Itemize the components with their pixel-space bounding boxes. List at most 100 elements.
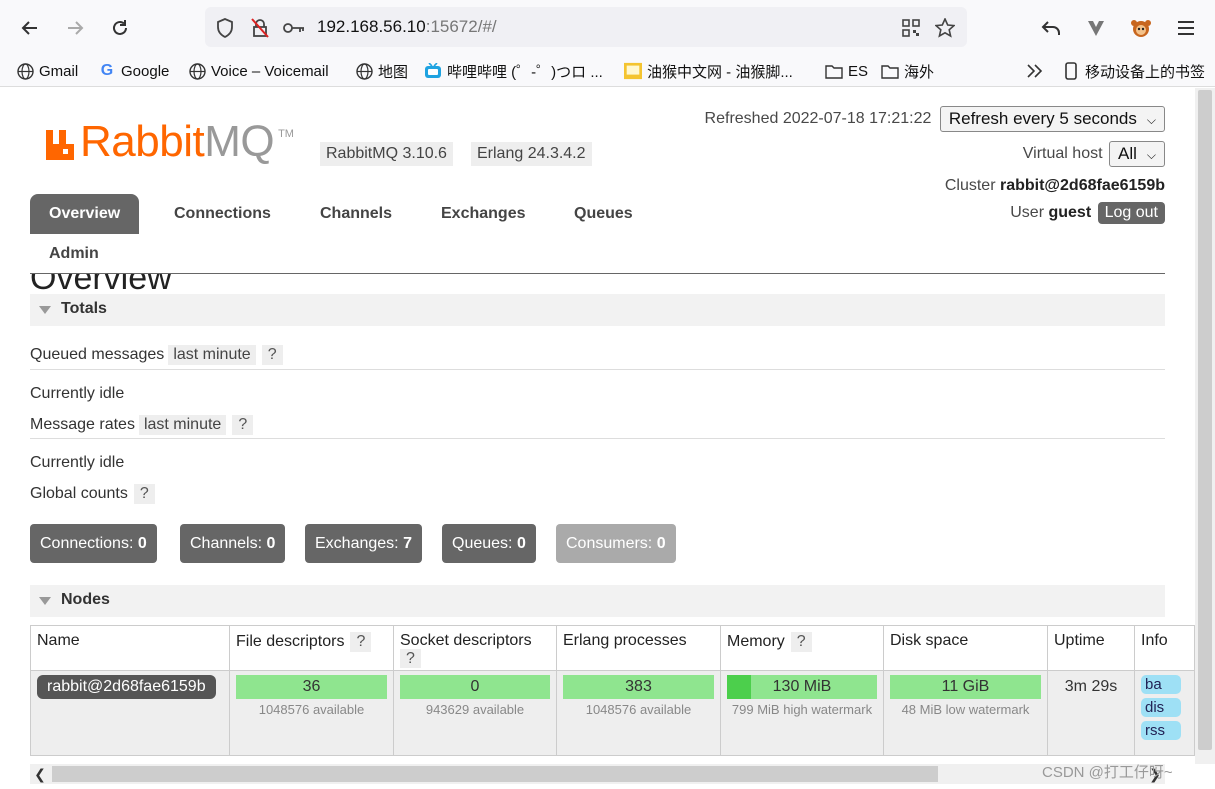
cell-memory: 130 MiB 799 MiB high watermark [720, 670, 884, 756]
bookmark-label: 油猴中文网 - 油猴脚... [647, 63, 793, 81]
forward-arrow-icon[interactable] [57, 10, 93, 46]
scrollbar-thumb[interactable] [1198, 90, 1212, 750]
nodes-table: Name File descriptors? Socket descriptor… [30, 625, 1195, 756]
tab-channels[interactable]: Channels [301, 194, 411, 234]
help-button[interactable]: ? [133, 484, 155, 504]
refreshed-timestamp: Refreshed 2022-07-18 17:21:22 [704, 110, 932, 128]
cluster-row: Cluster rabbit@2d68fae6159b [945, 177, 1165, 195]
bookmark-label: 海外 [904, 63, 935, 81]
bookmark-google[interactable]: G Google [98, 60, 170, 82]
help-button[interactable]: ? [350, 632, 372, 652]
help-button[interactable]: ? [790, 632, 812, 652]
menu-hamburger-icon[interactable] [1168, 10, 1204, 46]
bookmark-bilibili[interactable]: 哔哩哔哩 (゜-゜)つロ ... [424, 60, 603, 82]
tab-queues[interactable]: Queues [555, 194, 652, 234]
logo-text-rabbit: Rabbit [80, 117, 205, 166]
vivaldi-v-icon[interactable] [1078, 10, 1114, 46]
bookmark-folder-es[interactable]: ES [825, 60, 868, 82]
divider [30, 369, 1165, 370]
memory-bar: 130 MiB [727, 675, 877, 699]
bookmark-label: 哔哩哔哩 (゜-゜)つロ ... [447, 63, 603, 81]
channels-counter[interactable]: Channels: 0 [180, 524, 286, 563]
scroll-left-arrow-icon[interactable]: ❮ [30, 764, 50, 784]
disk-bar: 11 GiB [890, 675, 1041, 699]
tab-admin[interactable]: Admin [30, 234, 118, 274]
bookmark-label: Gmail [39, 62, 79, 80]
undo-icon[interactable] [1033, 10, 1069, 46]
mobile-device-icon [1062, 62, 1080, 80]
node-name-link[interactable]: rabbit@2d68fae6159b [37, 675, 216, 699]
tab-overview[interactable]: Overview [30, 194, 140, 234]
vhost-value: All [1117, 144, 1137, 163]
info-badge[interactable]: rss [1141, 721, 1181, 740]
nodes-section-header[interactable]: Nodes [30, 585, 1165, 617]
bookmark-map[interactable]: 地图 [355, 60, 408, 82]
bookmark-youhou[interactable]: 油猴中文网 - 油猴脚... [624, 60, 793, 82]
bookmark-label: Google [121, 62, 170, 80]
rabbitmq-page: Rabbit MQ TM RabbitMQ 3.10.6 Erlang 24.3.4… [0, 88, 1195, 764]
refresh-interval-select[interactable]: Refresh every 5 seconds ⌵ [939, 106, 1165, 132]
chevron-down-icon: ⌵ [1146, 113, 1156, 127]
address-bar[interactable]: 192.168.56.10:15672/#/ [205, 7, 967, 47]
bookmarks-bar: Gmail G Google Voice – Voicemail 地图 哔哩哔哩… [0, 54, 1215, 87]
reload-icon[interactable] [102, 10, 138, 46]
vhost-row: Virtual host All ⌵ [1023, 141, 1165, 167]
memory-watermark: 799 MiB high watermark [731, 702, 873, 717]
table-header-row: Name File descriptors? Socket descriptor… [30, 625, 1195, 671]
bookmark-folder-overseas[interactable]: 海外 [881, 60, 934, 82]
insecure-lock-icon[interactable] [249, 17, 271, 39]
queued-range-tag[interactable]: last minute [168, 345, 256, 365]
chevron-down-icon: ⌵ [1146, 148, 1156, 162]
col-erlang-processes: Erlang processes [556, 625, 721, 671]
global-counts-label: Global counts [30, 485, 128, 502]
cell-socket-descriptors: 0 943629 available [393, 670, 557, 756]
page-title-clip: Overview [0, 274, 1195, 294]
back-arrow-icon[interactable] [12, 10, 48, 46]
globe-icon [188, 62, 206, 80]
bookmark-gmail[interactable]: Gmail [16, 60, 78, 82]
help-button[interactable]: ? [232, 415, 254, 435]
connections-counter[interactable]: Connections: 0 [30, 524, 157, 563]
help-button[interactable]: ? [400, 649, 421, 668]
rabbitmq-version: RabbitMQ 3.10.6 [320, 142, 453, 166]
rates-range-tag[interactable]: last minute [138, 415, 227, 435]
scrollbar-thumb[interactable] [52, 766, 938, 782]
bilibili-tv-icon [424, 62, 442, 80]
vertical-scrollbar[interactable] [1195, 88, 1215, 764]
bookmark-voice[interactable]: Voice – Voicemail [188, 60, 329, 82]
message-rates-label: Message rates [30, 416, 135, 433]
mobile-bookmarks[interactable]: 移动设备上的书签 [1062, 60, 1205, 82]
bookmark-star-icon[interactable] [934, 17, 956, 39]
qr-code-icon[interactable] [900, 17, 922, 39]
help-button[interactable]: ? [261, 345, 283, 365]
folder-icon [825, 62, 843, 80]
logout-button[interactable]: Log out [1097, 202, 1165, 224]
divider [30, 438, 1165, 439]
cell-info: ba dis rss [1134, 670, 1195, 756]
rates-status: Currently idle [30, 454, 125, 471]
tab-connections[interactable]: Connections [155, 194, 290, 234]
global-counts-row: Global counts? [30, 484, 155, 504]
ep-bar: 383 [563, 675, 714, 699]
queues-counter[interactable]: Queues: 0 [442, 524, 536, 563]
rabbitmq-logo[interactable]: Rabbit MQ TM [44, 117, 294, 166]
totals-section-header[interactable]: Totals [30, 294, 1165, 326]
collapse-triangle-icon [39, 306, 51, 314]
more-bookmarks-chevron-icon[interactable] [1026, 60, 1044, 82]
info-badge[interactable]: ba [1141, 675, 1181, 694]
shield-icon[interactable] [214, 17, 236, 39]
tampermonkey-icon[interactable] [1123, 10, 1159, 46]
page-title: Overview [30, 274, 172, 294]
vhost-select[interactable]: All ⌵ [1108, 141, 1165, 167]
key-icon[interactable] [283, 17, 305, 39]
logo-text-mq: MQ [204, 117, 275, 166]
cell-node-name: rabbit@2d68fae6159b [30, 670, 230, 756]
exchanges-counter[interactable]: Exchanges: 7 [305, 524, 422, 563]
consumers-counter[interactable]: Consumers: 0 [556, 524, 676, 563]
horizontal-scrollbar[interactable]: ❮ ❯ [30, 764, 1165, 784]
url-text[interactable]: 192.168.56.10:15672/#/ [317, 17, 497, 37]
erlang-version: Erlang 24.3.4.2 [471, 142, 592, 166]
bookmark-label: 地图 [378, 63, 409, 81]
info-badge[interactable]: dis [1141, 698, 1181, 717]
tab-exchanges[interactable]: Exchanges [422, 194, 544, 234]
